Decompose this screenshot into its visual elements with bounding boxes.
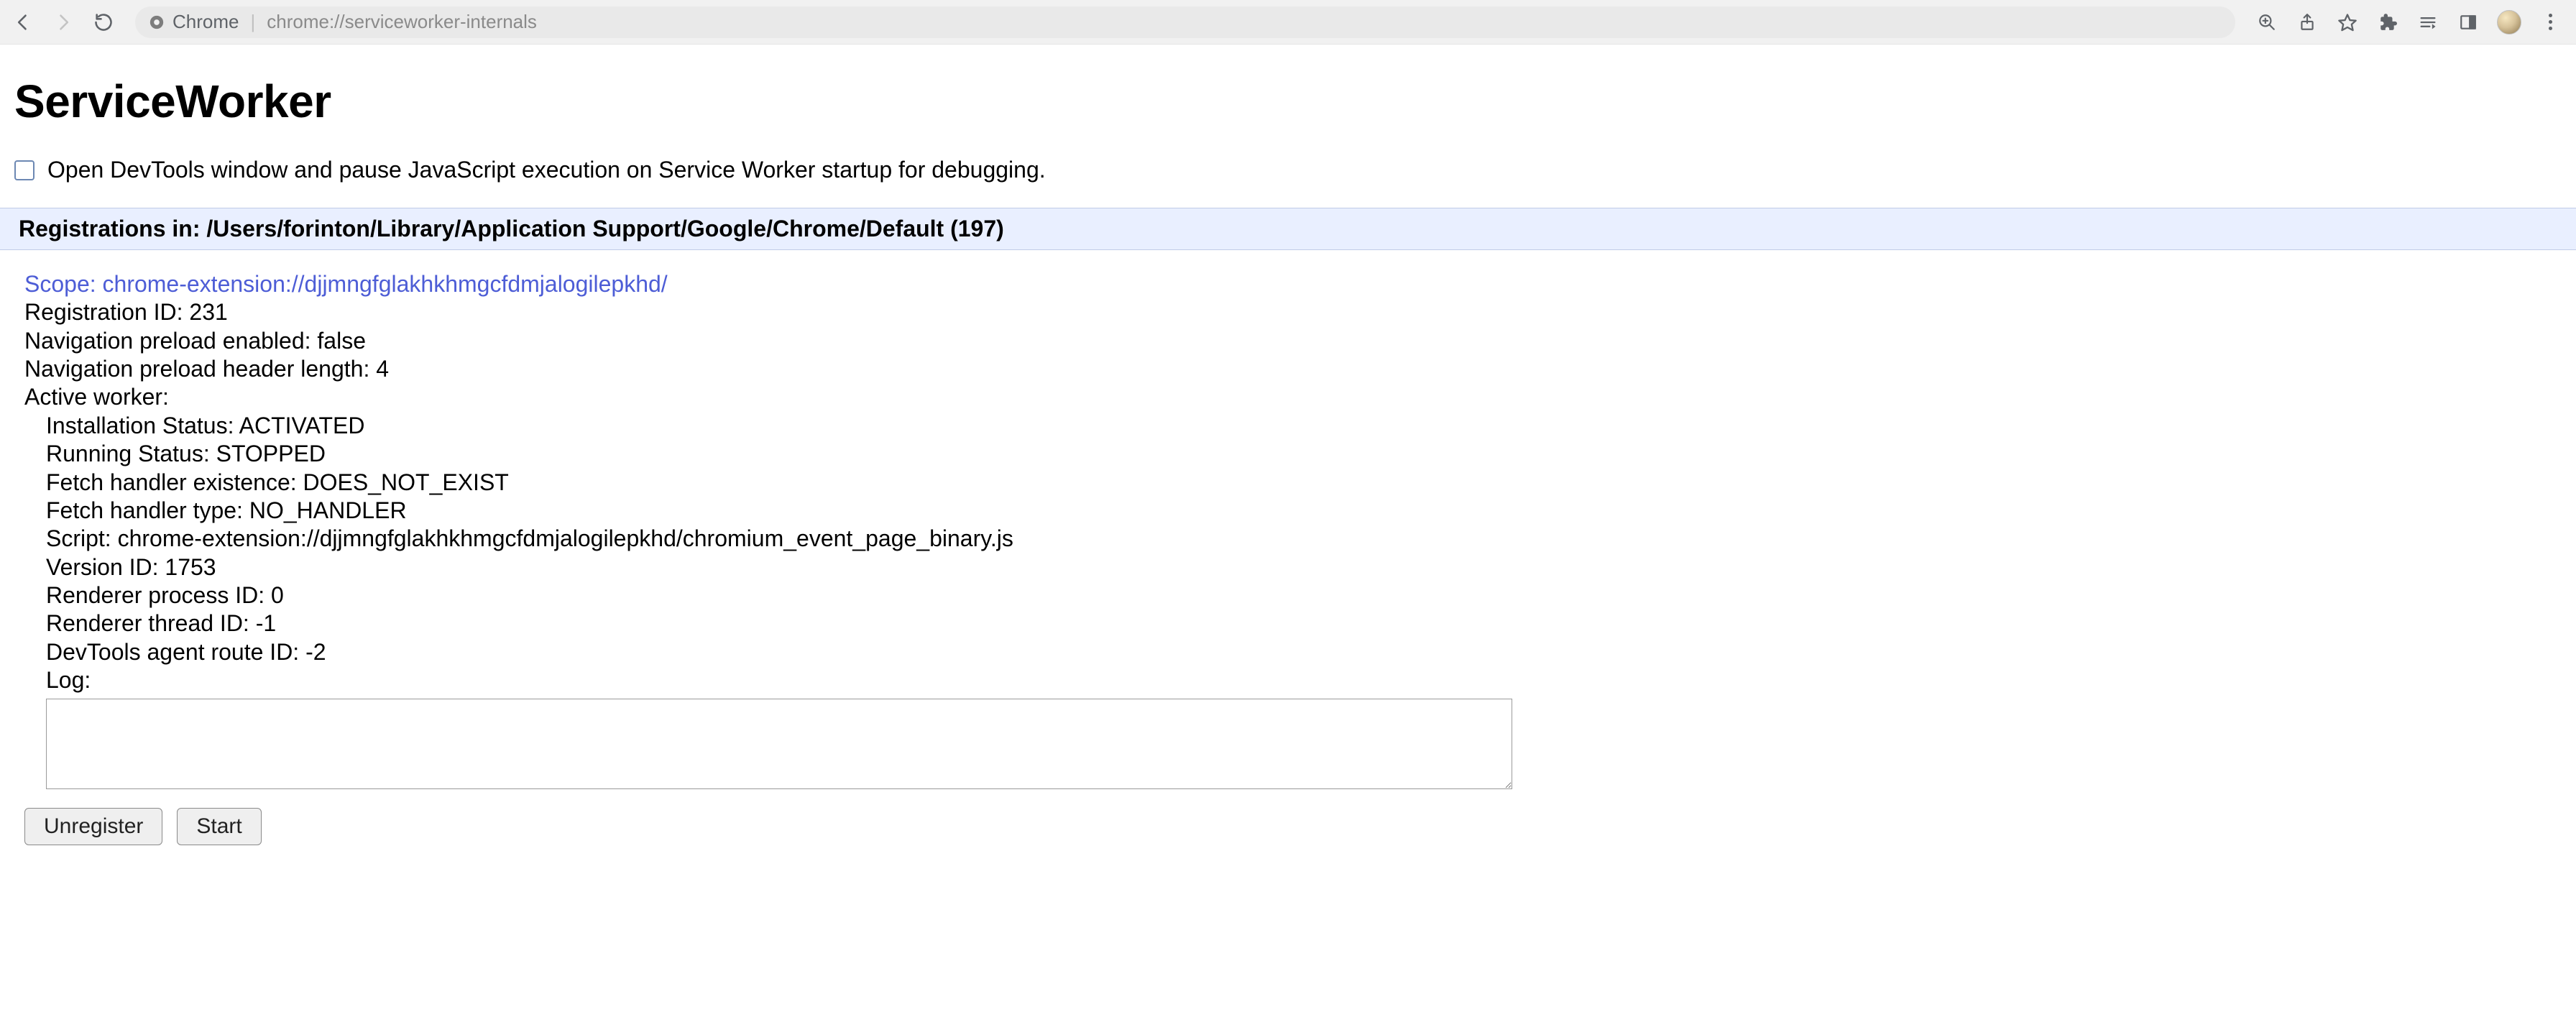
nav-preload-header-length-value: 4 (376, 356, 389, 382)
back-icon[interactable] (12, 11, 34, 34)
page-title: ServiceWorker (14, 75, 2562, 128)
debug-option-row: Open DevTools window and pause JavaScrip… (14, 157, 2562, 183)
renderer-process-id-value: 0 (271, 582, 284, 608)
script-value: chrome-extension://djjmngfglakhkhmgcfdmj… (118, 525, 1013, 551)
devtools-route-id-value: -2 (305, 639, 326, 665)
fetch-handler-type-row: Fetch handler type: NO_HANDLER (46, 497, 2552, 525)
running-status-row: Running Status: STOPPED (46, 440, 2552, 468)
installation-status-label: Installation Status: (46, 413, 239, 438)
fetch-handler-type-label: Fetch handler type: (46, 497, 249, 523)
registrations-path: /Users/forinton/Library/Application Supp… (206, 216, 944, 242)
debug-pause-checkbox[interactable] (14, 160, 34, 180)
media-controls-icon[interactable] (2416, 11, 2439, 34)
fetch-handler-existence-label: Fetch handler existence: (46, 469, 303, 495)
active-worker-label: Active worker: (24, 383, 2552, 411)
scope-label: Scope: (24, 271, 103, 297)
version-id-value: 1753 (165, 554, 216, 580)
registration-id-label: Registration ID: (24, 299, 189, 325)
nav-preload-enabled-row: Navigation preload enabled: false (24, 327, 2552, 355)
scope-link[interactable]: chrome-extension://djjmngfglakhkhmgcfdmj… (103, 271, 668, 297)
nav-preload-enabled-label: Navigation preload enabled: (24, 328, 317, 354)
renderer-thread-id-row: Renderer thread ID: -1 (46, 610, 2552, 638)
fetch-handler-existence-value: DOES_NOT_EXIST (303, 469, 509, 495)
renderer-process-id-label: Renderer process ID: (46, 582, 271, 608)
address-origin: Chrome (172, 11, 239, 33)
fetch-handler-type-value: NO_HANDLER (249, 497, 407, 523)
zoom-icon[interactable] (2255, 11, 2278, 34)
start-button[interactable]: Start (177, 808, 261, 845)
nav-preload-header-length-label: Navigation preload header length: (24, 356, 376, 382)
profile-avatar[interactable] (2497, 10, 2521, 34)
renderer-thread-id-value: -1 (256, 610, 276, 636)
page-content: ServiceWorker Open DevTools window and p… (0, 45, 2576, 845)
nav-preload-enabled-value: false (317, 328, 366, 354)
version-id-label: Version ID: (46, 554, 165, 580)
running-status-label: Running Status: (46, 441, 216, 466)
log-textarea[interactable] (46, 699, 1512, 789)
address-url: chrome://serviceworker-internals (267, 11, 537, 33)
unregister-button[interactable]: Unregister (24, 808, 162, 845)
registrations-header: Registrations in: /Users/forinton/Librar… (0, 208, 2576, 250)
log-label: Log: (46, 666, 2552, 694)
browser-toolbar: Chrome | chrome://serviceworker-internal… (0, 0, 2576, 45)
nav-preload-header-length-row: Navigation preload header length: 4 (24, 355, 2552, 383)
share-icon[interactable] (2296, 11, 2319, 34)
renderer-process-id-row: Renderer process ID: 0 (46, 581, 2552, 610)
forward-icon[interactable] (52, 11, 75, 34)
side-panel-icon[interactable] (2457, 11, 2480, 34)
chrome-menu-icon[interactable] (2539, 11, 2562, 34)
nav-cluster (12, 11, 115, 34)
debug-pause-label: Open DevTools window and pause JavaScrip… (47, 157, 1046, 183)
installation-status-row: Installation Status: ACTIVATED (46, 412, 2552, 440)
reload-icon[interactable] (92, 11, 115, 34)
devtools-route-id-row: DevTools agent route ID: -2 (46, 638, 2552, 666)
running-status-value: STOPPED (216, 441, 326, 466)
script-row: Script: chrome-extension://djjmngfglakhk… (46, 525, 2552, 553)
toolbar-actions (2255, 10, 2562, 34)
installation-status-value: ACTIVATED (239, 413, 365, 438)
extensions-icon[interactable] (2376, 11, 2399, 34)
script-label: Script: (46, 525, 118, 551)
address-separator: | (250, 11, 255, 33)
chrome-product-icon (148, 14, 165, 31)
registrations-count: (197) (944, 216, 1004, 242)
registration-id-row: Registration ID: 231 (24, 298, 2552, 326)
scope-row: Scope: chrome-extension://djjmngfglakhkh… (24, 270, 2552, 298)
address-bar[interactable]: Chrome | chrome://serviceworker-internal… (135, 6, 2235, 38)
version-id-row: Version ID: 1753 (46, 553, 2552, 581)
renderer-thread-id-label: Renderer thread ID: (46, 610, 256, 636)
devtools-route-id-label: DevTools agent route ID: (46, 639, 305, 665)
registration-actions: Unregister Start (24, 808, 2552, 845)
registration-id-value: 231 (189, 299, 227, 325)
bookmark-star-icon[interactable] (2336, 11, 2359, 34)
registrations-prefix: Registrations in: (19, 216, 206, 242)
registration-block: Scope: chrome-extension://djjmngfglakhkh… (14, 250, 2562, 845)
fetch-handler-existence-row: Fetch handler existence: DOES_NOT_EXIST (46, 469, 2552, 497)
